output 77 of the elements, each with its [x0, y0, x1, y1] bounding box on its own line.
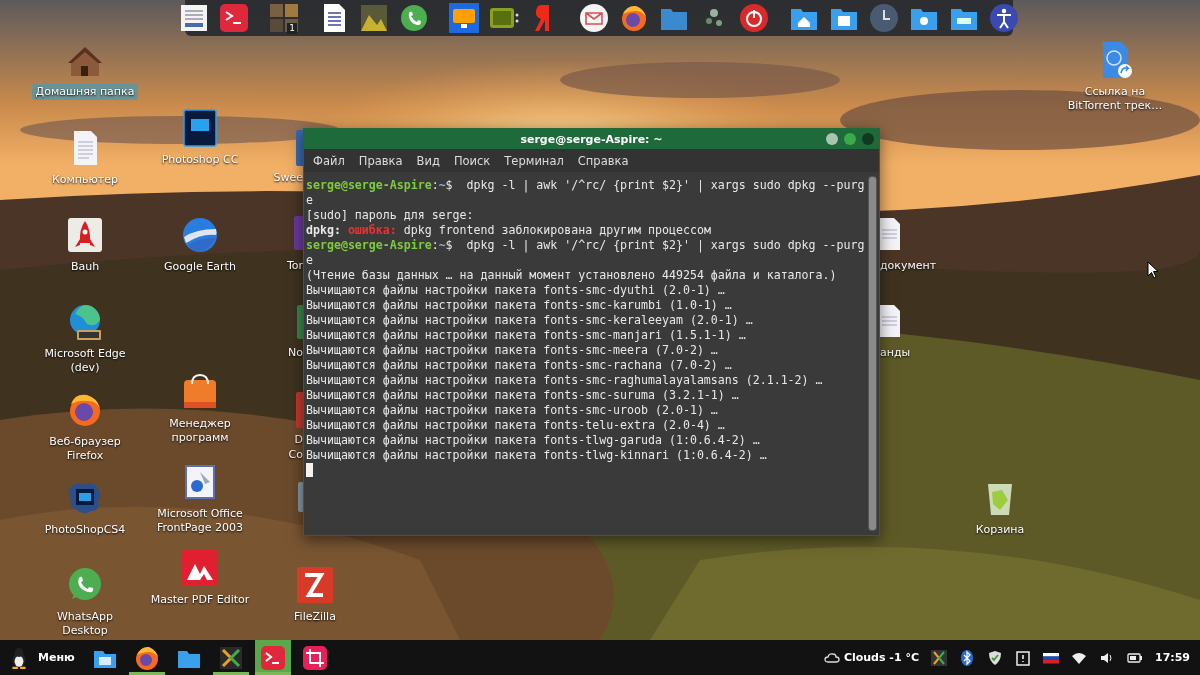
terminal-line: (Чтение базы данных … на данный момент установлено 449254 файла и каталога.): [306, 268, 838, 283]
icon-label[interactable]: Веб-браузер Firefox: [45, 434, 125, 464]
menu-item[interactable]: Файл: [313, 153, 345, 168]
terminal-line: Вычищаются файлы настройки пакета fonts-tlwg-garuda (1:0.6.4-2) …: [306, 433, 761, 448]
scrollbar[interactable]: [868, 176, 877, 531]
icon-label[interactable]: Tor: [286, 259, 303, 273]
terminal-line: Вычищаются файлы настройки пакета fonts-smc-dyuthi (2.0-1) …: [306, 283, 726, 298]
icon-label[interactable]: Master PDF Editor: [146, 592, 254, 608]
calendar-sheet-icon[interactable]: [179, 3, 209, 33]
icon-label[interactable]: Ссылка на BitTorrent трек…: [1063, 84, 1167, 114]
terminal-line: Вычищаются файлы настройки пакета fonts-tlwg-kinnari (1:0.6.4-2) …: [306, 448, 768, 463]
icon-label[interactable]: PhotoShopCS4: [40, 522, 130, 538]
shield-icon[interactable]: [987, 649, 1003, 666]
terminal-line: serge@serge-Aspire:~$ dpkg -l | awk '/^rc/ {print $2}' | xargs sudo dpkg --purg: [306, 238, 866, 253]
icon-label[interactable]: Microsoft Office FrontPage 2003: [153, 506, 247, 536]
terminal-line: Вычищаются файлы настройки пакета fonts-smc-raghumalayalamsans (2.1.1-2) …: [306, 373, 824, 388]
icon-label[interactable]: Корзина: [971, 522, 1029, 538]
globe-icon[interactable]: [180, 215, 220, 255]
icon-label[interactable]: документ: [880, 259, 937, 273]
fox-globe-icon: [133, 644, 160, 671]
icon-label[interactable]: анды: [880, 346, 911, 360]
terminal-line: Вычищаются файлы настройки пакета fonts-smc-uroob (2.0-1) …: [306, 403, 719, 418]
menu-item[interactable]: Терминал: [504, 153, 564, 168]
terminal-line: Вычищаются файлы настройки пакета fonts-smc-suruma (3.2.1-1) …: [306, 388, 740, 403]
terminal-line: [sudo] пароль для serge:: [306, 208, 475, 223]
weather-text: Clouds -1 °C: [843, 651, 919, 664]
taskbar-button[interactable]: [254, 640, 291, 675]
terminal-icon: [259, 644, 286, 671]
power-icon[interactable]: [739, 3, 769, 33]
bluetooth-icon[interactable]: [959, 649, 975, 666]
menu-item[interactable]: Поиск: [453, 153, 491, 168]
terminal-line: dpkg: ошибка: dpkg frontend заблокирована другим процессом: [306, 223, 712, 238]
clock-icon[interactable]: [869, 3, 899, 33]
clock[interactable]: 17:59: [1155, 651, 1190, 664]
menu-item[interactable]: Справка: [577, 153, 629, 168]
icon-label[interactable]: FileZilla: [290, 609, 340, 625]
icon-label[interactable]: Менеджер программ: [165, 416, 235, 446]
terminal-line: Вычищаются файлы настройки пакета fonts-smc-meera (7.0-2) …: [306, 343, 719, 358]
connect-icon[interactable]: [931, 649, 947, 666]
fox-globe-icon[interactable]: [619, 3, 649, 33]
crop-icon: [301, 644, 328, 671]
square-logo-icon[interactable]: [180, 108, 220, 148]
terminal-line: serge@serge-Aspire:~$ dpkg -l | awk '/^rc/ {print $2}' | xargs sudo dpkg --purg: [306, 178, 866, 193]
accessibility-icon[interactable]: [989, 3, 1019, 33]
document-icon[interactable]: [880, 218, 900, 250]
icon-label[interactable]: Google Earth: [160, 259, 240, 275]
count-badge: 1: [287, 23, 297, 34]
icon-label[interactable]: Microsoft Edge (dev): [40, 346, 130, 376]
menu-button[interactable]: Меню: [8, 641, 81, 674]
icon-label[interactable]: No: [288, 346, 303, 360]
minimize-button[interactable]: [826, 133, 838, 145]
icon-label[interactable]: Bauh: [66, 259, 104, 275]
rocket-icon[interactable]: [65, 215, 105, 255]
terminal-line: Вычищаются файлы настройки пакета fonts-smc-keraleeyam (2.0-1) …: [306, 313, 754, 328]
filezilla-icon[interactable]: [295, 565, 335, 605]
menu-item[interactable]: Вид: [416, 153, 440, 168]
terminal-line: Вычищаются файлы настройки пакета fonts-smc-manjari (1.5.1-1) …: [306, 328, 747, 343]
menu-item[interactable]: Правка: [358, 153, 403, 168]
mouse-pointer-icon: [1147, 261, 1159, 279]
document-icon[interactable]: [880, 305, 900, 337]
connect-icon: [217, 644, 244, 671]
monitor-icon[interactable]: [449, 3, 479, 33]
terminal-line: Вычищаются файлы настройки пакета fonts-smc-karumbi (1.0-1) …: [306, 298, 733, 313]
terminal-line: Вычищаются файлы настройки пакета fonts-telu-extra (2.0-4) …: [306, 418, 726, 433]
icon-label[interactable]: WhatsApp Desktop: [52, 609, 118, 639]
envelope-icon[interactable]: [579, 3, 609, 33]
photo-viewer-icon[interactable]: [359, 3, 389, 33]
terminal-icon[interactable]: [219, 3, 249, 33]
phone-bubble-icon[interactable]: [399, 3, 429, 33]
terminal-line: e: [306, 193, 314, 208]
window-title: serge@serge-Aspire: ~: [520, 132, 663, 146]
clipboard-icon[interactable]: [1015, 649, 1031, 666]
pdf-icon[interactable]: [180, 548, 220, 588]
icon-label[interactable]: D: [294, 433, 303, 447]
terminal-line: Вычищаются файлы настройки пакета fonts-smc-rachana (7.0-2) …: [306, 358, 733, 373]
icon-label[interactable]: Co: [288, 448, 303, 462]
terminal-line: e: [306, 253, 314, 268]
